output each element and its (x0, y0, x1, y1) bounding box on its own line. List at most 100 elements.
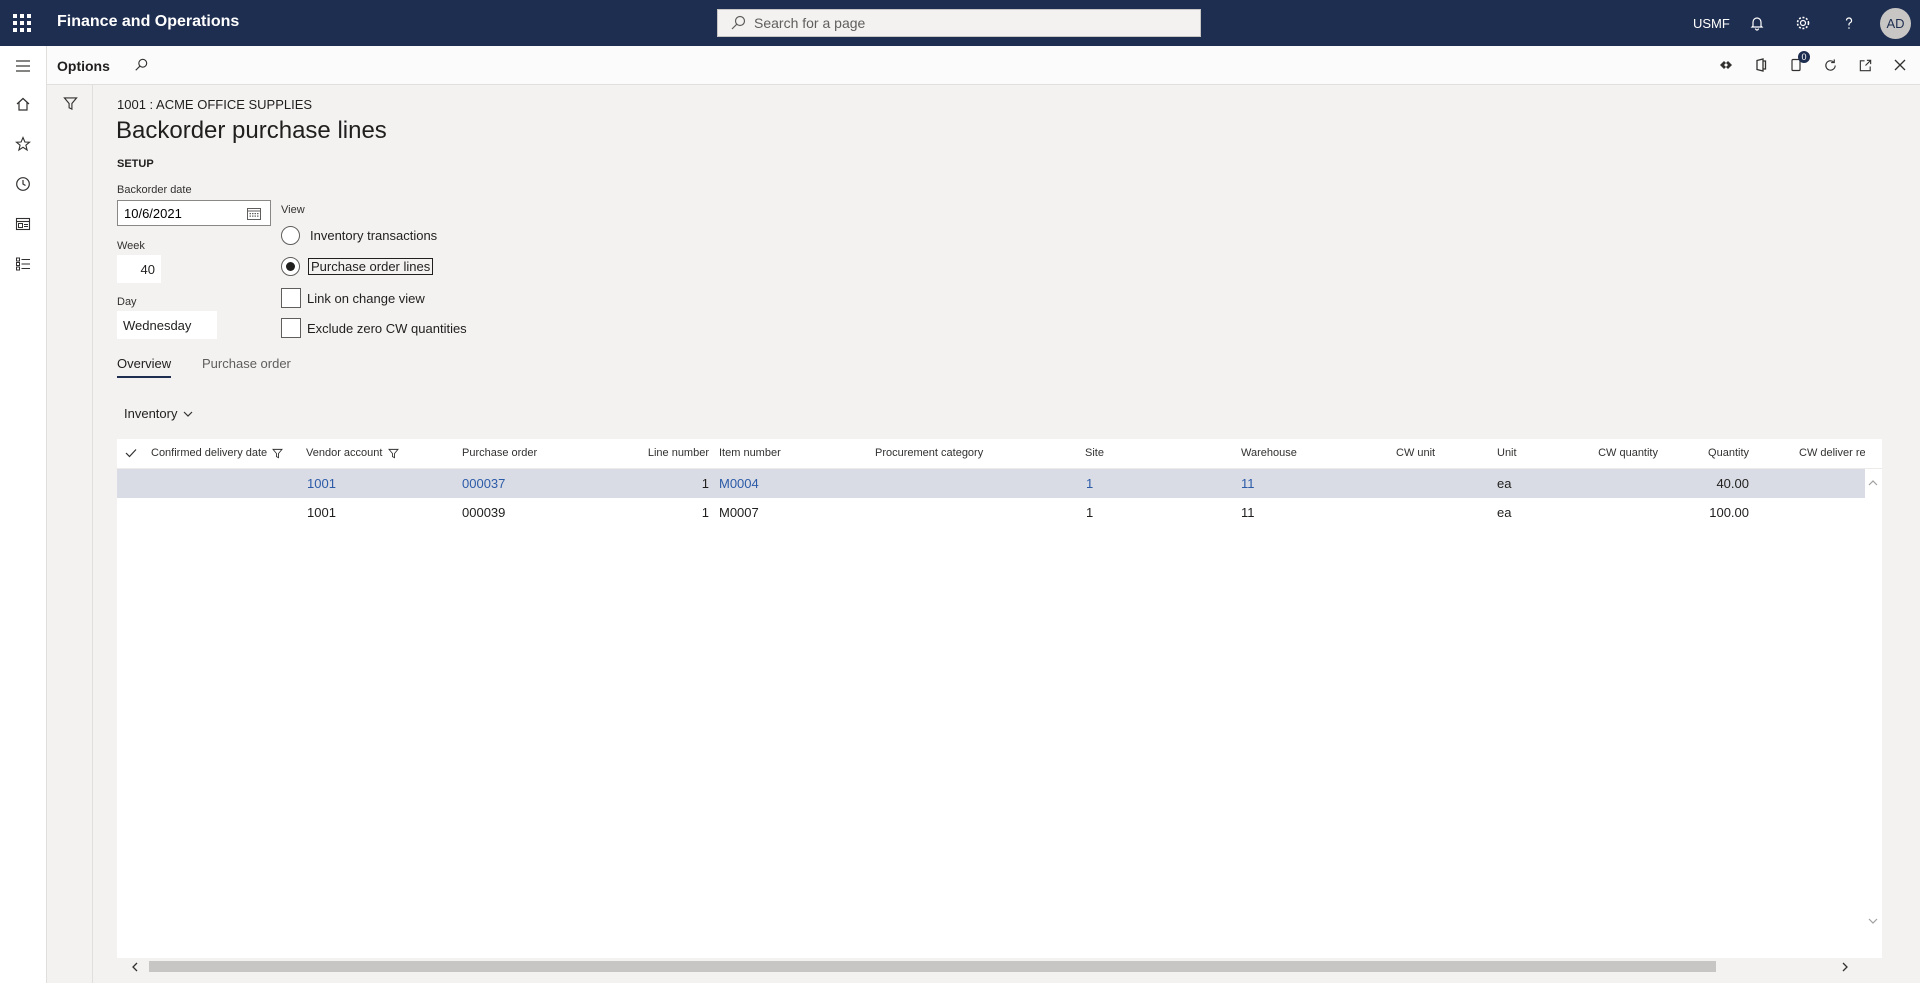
column-header-warehouse[interactable]: Warehouse (1241, 447, 1297, 459)
backorder-date-input[interactable] (118, 205, 242, 221)
page-search-box[interactable] (717, 9, 1201, 37)
help-question-icon[interactable] (1838, 12, 1860, 34)
refresh-icon[interactable] (1820, 55, 1840, 75)
cell-purchase-order[interactable]: 000039 (462, 505, 505, 520)
page-search-input[interactable] (754, 15, 1174, 31)
cell-warehouse-link[interactable]: 11 (1241, 476, 1255, 491)
checkbox[interactable] (281, 318, 301, 338)
column-header-purchase-order[interactable]: Purchase order (462, 447, 537, 459)
checkbox[interactable] (281, 288, 301, 308)
cell-site-link[interactable]: 1 (1086, 476, 1093, 491)
attachments-count-badge: 0 (1798, 51, 1810, 63)
company-picker[interactable]: USMF (1693, 16, 1730, 31)
action-search-icon[interactable] (131, 55, 151, 75)
view-option-purchase-order-lines[interactable]: Purchase order lines (281, 257, 434, 276)
column-header-confirmed-delivery-date[interactable]: Confirmed delivery date (151, 447, 284, 459)
inventory-menu-button[interactable]: Inventory (124, 406, 193, 421)
recent-clock-icon[interactable] (13, 174, 33, 194)
calendar-icon[interactable] (242, 201, 266, 225)
tab-purchase-order[interactable]: Purchase order (202, 356, 291, 378)
scroll-up-chevron-icon[interactable] (1865, 475, 1881, 491)
cell-unit: ea (1497, 505, 1512, 520)
chevron-down-icon (184, 411, 193, 417)
notifications-bell-icon[interactable] (1746, 12, 1768, 34)
attachments-icon[interactable]: 0 (1786, 51, 1810, 75)
vertical-scrollbar[interactable] (1865, 469, 1882, 933)
cell-vendor-account-link[interactable]: 1001 (307, 476, 336, 491)
select-all-checkmark-icon[interactable] (125, 448, 137, 458)
cell-item-number[interactable]: M0007 (719, 505, 759, 520)
column-header-procurement-category[interactable]: Procurement category (875, 447, 983, 459)
radio-label: Purchase order lines (308, 258, 434, 275)
column-header-cw-unit[interactable]: CW unit (1396, 447, 1435, 459)
radio-button-selected[interactable] (281, 257, 300, 276)
power-apps-icon[interactable] (1716, 55, 1736, 75)
column-header-cw-deliver-remainder[interactable]: CW deliver re (1799, 447, 1865, 459)
backorder-date-label: Backorder date (117, 184, 192, 196)
purchase-lines-grid: Confirmed delivery date Vendor account P… (117, 439, 1882, 975)
week-label: Week (117, 240, 145, 252)
cell-warehouse[interactable]: 11 (1241, 505, 1255, 520)
home-icon[interactable] (13, 94, 33, 114)
action-pane: Options 0 (47, 46, 1920, 85)
search-icon (731, 15, 746, 30)
open-new-window-icon[interactable] (1855, 55, 1875, 75)
column-header-line-number[interactable]: Line number (597, 447, 709, 459)
hamburger-menu-icon[interactable] (13, 56, 33, 76)
grid-header: Confirmed delivery date Vendor account P… (117, 439, 1882, 469)
cell-item-number-link[interactable]: M0004 (719, 476, 759, 491)
close-icon[interactable] (1890, 55, 1910, 75)
tab-overview[interactable]: Overview (117, 356, 172, 378)
view-label: View (281, 204, 305, 216)
checkbox-label: Exclude zero CW quantities (307, 320, 467, 336)
column-header-item-number[interactable]: Item number (719, 447, 781, 459)
top-navigation-bar: Finance and Operations USMF AD (0, 0, 1920, 46)
column-header-unit[interactable]: Unit (1497, 447, 1517, 459)
checkbox-label: Link on change view (307, 290, 425, 306)
column-header-cw-quantity[interactable]: CW quantity (1587, 447, 1658, 459)
cell-site[interactable]: 1 (1086, 505, 1093, 520)
radio-button[interactable] (281, 226, 300, 245)
favorites-star-icon[interactable] (13, 134, 33, 154)
scroll-left-chevron-icon[interactable] (127, 959, 143, 975)
day-value: Wednesday (117, 311, 217, 339)
cell-unit: ea (1497, 476, 1512, 491)
options-tab[interactable]: Options (57, 58, 110, 74)
backorder-date-field[interactable] (117, 200, 271, 226)
setup-section-title: SETUP (117, 158, 154, 170)
horizontal-scroll-thumb[interactable] (149, 961, 1716, 972)
app-title[interactable]: Finance and Operations (57, 13, 239, 31)
cell-purchase-order-link[interactable]: 000037 (462, 476, 505, 491)
cell-line-number: 1 (701, 505, 709, 520)
column-header-site[interactable]: Site (1085, 447, 1104, 459)
office-icon[interactable] (1751, 55, 1771, 75)
column-header-quantity[interactable]: Quantity (1677, 447, 1749, 459)
workspaces-icon[interactable] (13, 214, 33, 234)
view-option-inventory-transactions[interactable]: Inventory transactions (281, 226, 437, 245)
record-caption: 1001 : ACME OFFICE SUPPLIES (117, 97, 313, 112)
link-on-change-view-checkbox[interactable]: Link on change view (281, 288, 425, 308)
settings-gear-icon[interactable] (1792, 12, 1814, 34)
inventory-menu-label: Inventory (124, 406, 178, 421)
scroll-right-chevron-icon[interactable] (1837, 959, 1853, 975)
week-value: 40 (117, 255, 161, 283)
column-header-vendor-account[interactable]: Vendor account (306, 447, 400, 459)
day-label: Day (117, 296, 137, 308)
modules-list-icon[interactable] (13, 254, 33, 274)
table-row[interactable]: 1001 000039 1 M0007 1 11 ea 100.00 (117, 498, 1865, 527)
column-filter-icon[interactable] (272, 448, 284, 459)
app-launcher-icon[interactable] (11, 12, 33, 34)
radio-label: Inventory transactions (310, 228, 438, 243)
exclude-zero-cw-checkbox[interactable]: Exclude zero CW quantities (281, 318, 467, 338)
cell-quantity: 100.00 (1709, 505, 1749, 520)
column-filter-icon[interactable] (388, 448, 400, 459)
scroll-down-chevron-icon[interactable] (1865, 913, 1881, 929)
cell-quantity: 40.00 (1716, 476, 1749, 491)
column-header-label: Vendor account (306, 447, 383, 459)
cell-vendor-account[interactable]: 1001 (307, 505, 336, 520)
column-header-label: Confirmed delivery date (151, 447, 268, 459)
table-row[interactable]: 1001 000037 1 M0004 1 11 ea 40.00 (117, 469, 1865, 498)
user-avatar[interactable]: AD (1880, 8, 1911, 39)
horizontal-scrollbar[interactable] (117, 958, 1882, 975)
filter-funnel-icon[interactable] (60, 93, 80, 113)
